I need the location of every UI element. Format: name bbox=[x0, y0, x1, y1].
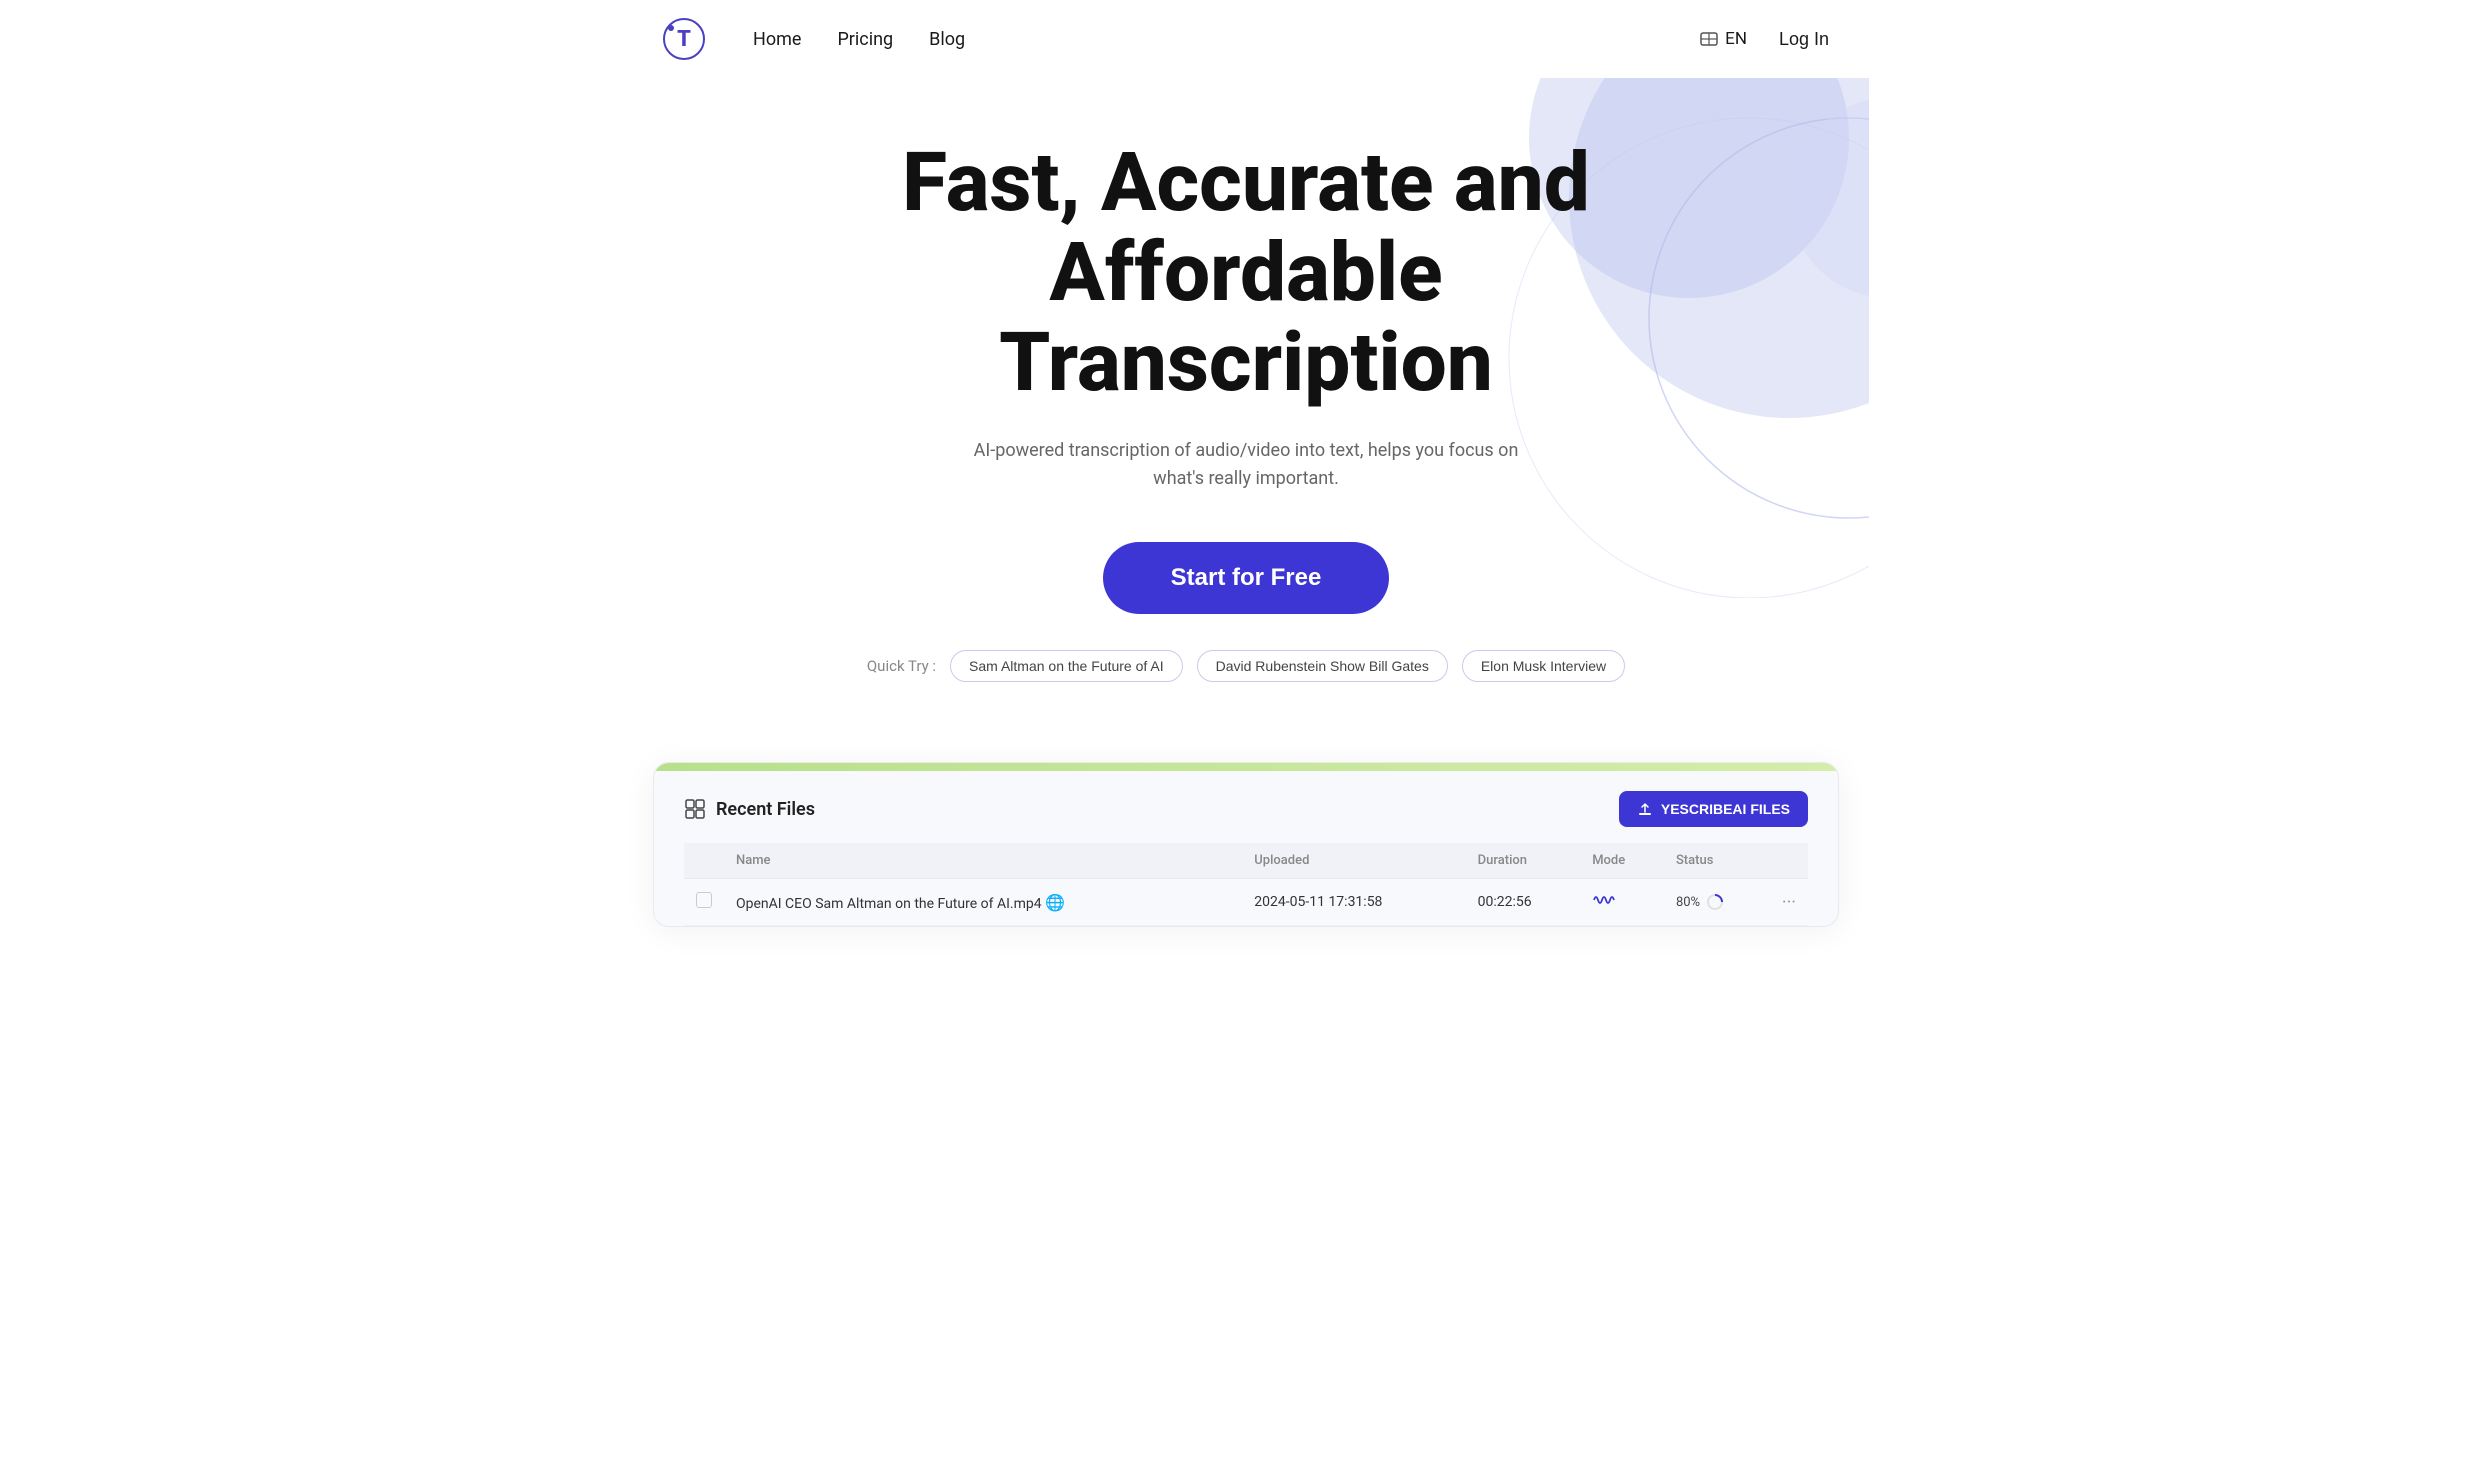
row-mode bbox=[1580, 879, 1664, 926]
status-percent: 80% bbox=[1676, 895, 1700, 910]
table-row: OpenAI CEO Sam Altman on the Future of A… bbox=[684, 879, 1808, 926]
quick-try-chip-0[interactable]: Sam Altman on the Future of AI bbox=[950, 650, 1183, 682]
language-selector[interactable]: EN bbox=[1699, 29, 1747, 49]
dashboard-content: Recent Files YESCRIBEAI FILES Name Uploa… bbox=[654, 771, 1838, 926]
col-mode: Mode bbox=[1580, 843, 1664, 879]
waveform-icon bbox=[1592, 891, 1616, 909]
globe-icon: 🌐 bbox=[1045, 893, 1065, 912]
nav-right: EN Log In bbox=[1699, 29, 1829, 50]
row-checkbox[interactable] bbox=[696, 892, 712, 908]
quick-try-chip-2[interactable]: Elon Musk Interview bbox=[1462, 650, 1625, 682]
col-status: Status bbox=[1664, 843, 1770, 879]
row-uploaded: 2024-05-11 17:31:58 bbox=[1242, 879, 1465, 926]
loading-icon bbox=[1706, 893, 1724, 911]
row-duration: 00:22:56 bbox=[1466, 879, 1581, 926]
row-actions-menu[interactable]: ··· bbox=[1782, 892, 1796, 913]
status-badge: 80% bbox=[1676, 893, 1758, 911]
translate-icon bbox=[1699, 29, 1719, 49]
quick-try-section: Quick Try : Sam Altman on the Future of … bbox=[663, 650, 1829, 682]
upload-icon bbox=[1637, 801, 1653, 817]
col-actions bbox=[1770, 843, 1808, 879]
row-filename: OpenAI CEO Sam Altman on the Future of A… bbox=[736, 896, 1042, 912]
hero-subtitle: AI-powered transcription of audio/video … bbox=[966, 437, 1526, 495]
col-name: Name bbox=[724, 843, 1242, 879]
nav-blog[interactable]: Blog bbox=[929, 29, 965, 50]
files-table: Name Uploaded Duration Mode Status OpenA… bbox=[684, 843, 1808, 926]
login-button[interactable]: Log In bbox=[1779, 29, 1829, 50]
row-name-cell: OpenAI CEO Sam Altman on the Future of A… bbox=[724, 879, 1242, 926]
nav-links: Home Pricing Blog bbox=[753, 29, 965, 50]
recent-files-header: Recent Files YESCRIBEAI FILES bbox=[684, 791, 1808, 827]
hero-section: Fast, Accurate and Affordable Transcript… bbox=[623, 78, 1869, 722]
quick-try-label: Quick Try : bbox=[867, 657, 936, 675]
nav-home[interactable]: Home bbox=[753, 29, 801, 50]
files-icon bbox=[684, 798, 706, 820]
col-checkbox bbox=[684, 843, 724, 879]
row-dots-cell[interactable]: ··· bbox=[1770, 879, 1808, 926]
nav-pricing[interactable]: Pricing bbox=[837, 29, 893, 50]
row-checkbox-cell[interactable] bbox=[684, 879, 724, 926]
col-uploaded: Uploaded bbox=[1242, 843, 1465, 879]
recent-files-title: Recent Files bbox=[684, 798, 815, 820]
table-body: OpenAI CEO Sam Altman on the Future of A… bbox=[684, 879, 1808, 926]
start-for-free-button[interactable]: Start for Free bbox=[1103, 542, 1390, 614]
recent-files-label: Recent Files bbox=[716, 799, 815, 820]
col-duration: Duration bbox=[1466, 843, 1581, 879]
language-label: EN bbox=[1725, 29, 1747, 49]
yescribeai-files-button[interactable]: YESCRIBEAI FILES bbox=[1619, 791, 1808, 827]
hero-title: Fast, Accurate and Affordable Transcript… bbox=[836, 138, 1656, 409]
row-status: 80% bbox=[1664, 879, 1770, 926]
logo-icon: T bbox=[663, 18, 705, 60]
quick-try-chip-1[interactable]: David Rubenstein Show Bill Gates bbox=[1197, 650, 1448, 682]
svg-text:T: T bbox=[677, 27, 691, 52]
navbar: T Home Pricing Blog EN Log In bbox=[623, 0, 1869, 78]
table-header: Name Uploaded Duration Mode Status bbox=[684, 843, 1808, 879]
logo[interactable]: T bbox=[663, 18, 705, 60]
dashboard-top-bar bbox=[654, 763, 1838, 771]
dashboard-preview: Recent Files YESCRIBEAI FILES Name Uploa… bbox=[653, 762, 1839, 927]
